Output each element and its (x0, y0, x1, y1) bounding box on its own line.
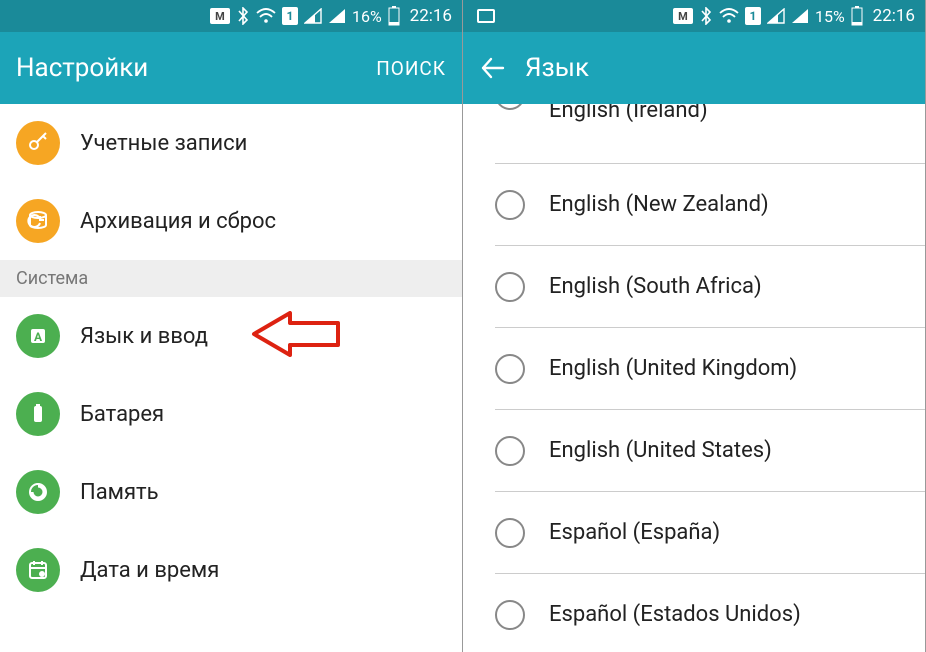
svg-text:A: A (34, 330, 43, 344)
language-option[interactable]: English (United States) (495, 410, 925, 492)
page-title: Настройки (16, 53, 376, 83)
language-option[interactable]: English (South Africa) (495, 246, 925, 328)
language-label: English (United States) (549, 438, 772, 463)
storage-icon (16, 470, 60, 514)
language-option[interactable]: English (Ireland) (495, 104, 925, 164)
language-option[interactable]: English (New Zealand) (495, 164, 925, 246)
backup-icon (16, 199, 60, 243)
sim-icon: 1 (282, 7, 298, 25)
setting-row[interactable]: Дата и время (0, 531, 462, 609)
signal-icon-1 (767, 8, 785, 24)
language-label: English (New Zealand) (549, 192, 769, 217)
back-button[interactable] (479, 55, 505, 81)
radio-icon[interactable] (495, 600, 525, 630)
globe-icon: A (16, 314, 60, 358)
radio-icon[interactable] (495, 190, 525, 220)
wifi-icon (719, 8, 739, 24)
battery-icon (851, 6, 863, 26)
setting-label: Язык и ввод (80, 324, 208, 349)
battery-percent: 15% (815, 7, 845, 26)
sim-icon: 1 (745, 7, 761, 25)
language-label: Español (España) (549, 520, 720, 545)
status-bar: M 1 16% 22:16 (0, 0, 462, 32)
section-header-system: Система (0, 260, 462, 297)
setting-label: Учетные записи (80, 131, 247, 156)
setting-label: Архивация и сброс (80, 209, 276, 234)
language-option[interactable]: Español (Estados Unidos) (495, 574, 925, 652)
bluetooth-icon (236, 7, 250, 25)
radio-icon[interactable] (495, 436, 525, 466)
signal-icon-2 (791, 8, 809, 24)
language-label: Español (Estados Unidos) (549, 602, 801, 627)
wifi-icon (256, 8, 276, 24)
picture-icon (477, 9, 495, 23)
app-bar: Настройки ПОИСК (0, 32, 462, 104)
language-option[interactable]: Español (España) (495, 492, 925, 574)
battery-icon (388, 6, 400, 26)
setting-row[interactable]: Память (0, 453, 462, 531)
mail-icon: M (210, 8, 230, 24)
battery-icon (16, 392, 60, 436)
battery-percent: 16% (352, 7, 382, 26)
signal-icon-1 (304, 8, 322, 24)
setting-label: Дата и время (80, 558, 219, 583)
language-option[interactable]: English (United Kingdom) (495, 328, 925, 410)
language-label: English (Ireland) (549, 104, 708, 123)
language-label: English (South Africa) (549, 274, 762, 299)
clock: 22:16 (873, 6, 915, 26)
language-list[interactable]: English (Ireland) English (New Zealand) En… (463, 104, 925, 652)
radio-icon[interactable] (495, 104, 525, 110)
setting-row[interactable]: Батарея (0, 375, 462, 453)
setting-row[interactable]: Архивация и сброс (0, 182, 462, 260)
bluetooth-icon (699, 7, 713, 25)
setting-label: Память (80, 480, 159, 505)
page-title: Язык (525, 53, 909, 83)
settings-list[interactable]: Учетные записиАрхивация и сброс Система … (0, 104, 462, 652)
mail-icon: M (673, 8, 693, 24)
radio-icon[interactable] (495, 518, 525, 548)
setting-row[interactable]: Учетные записи (0, 104, 462, 182)
app-bar: Язык (463, 32, 925, 104)
language-label: English (United Kingdom) (549, 356, 797, 381)
radio-icon[interactable] (495, 354, 525, 384)
annotation-arrow-icon (250, 311, 340, 361)
setting-label: Батарея (80, 402, 164, 427)
setting-row[interactable]: A Язык и ввод (0, 297, 462, 375)
status-bar: M 1 15% 22:16 (463, 0, 925, 32)
radio-icon[interactable] (495, 272, 525, 302)
clock: 22:16 (410, 6, 452, 26)
key-icon (16, 121, 60, 165)
calendar-icon (16, 548, 60, 592)
signal-icon-2 (328, 8, 346, 24)
language-screen: M 1 15% 22:16 Язык English (Ireland)Engl… (463, 0, 926, 652)
settings-screen: M 1 16% 22:16 Настройки ПОИСК Учетные за… (0, 0, 463, 652)
search-action[interactable]: ПОИСК (376, 57, 446, 80)
